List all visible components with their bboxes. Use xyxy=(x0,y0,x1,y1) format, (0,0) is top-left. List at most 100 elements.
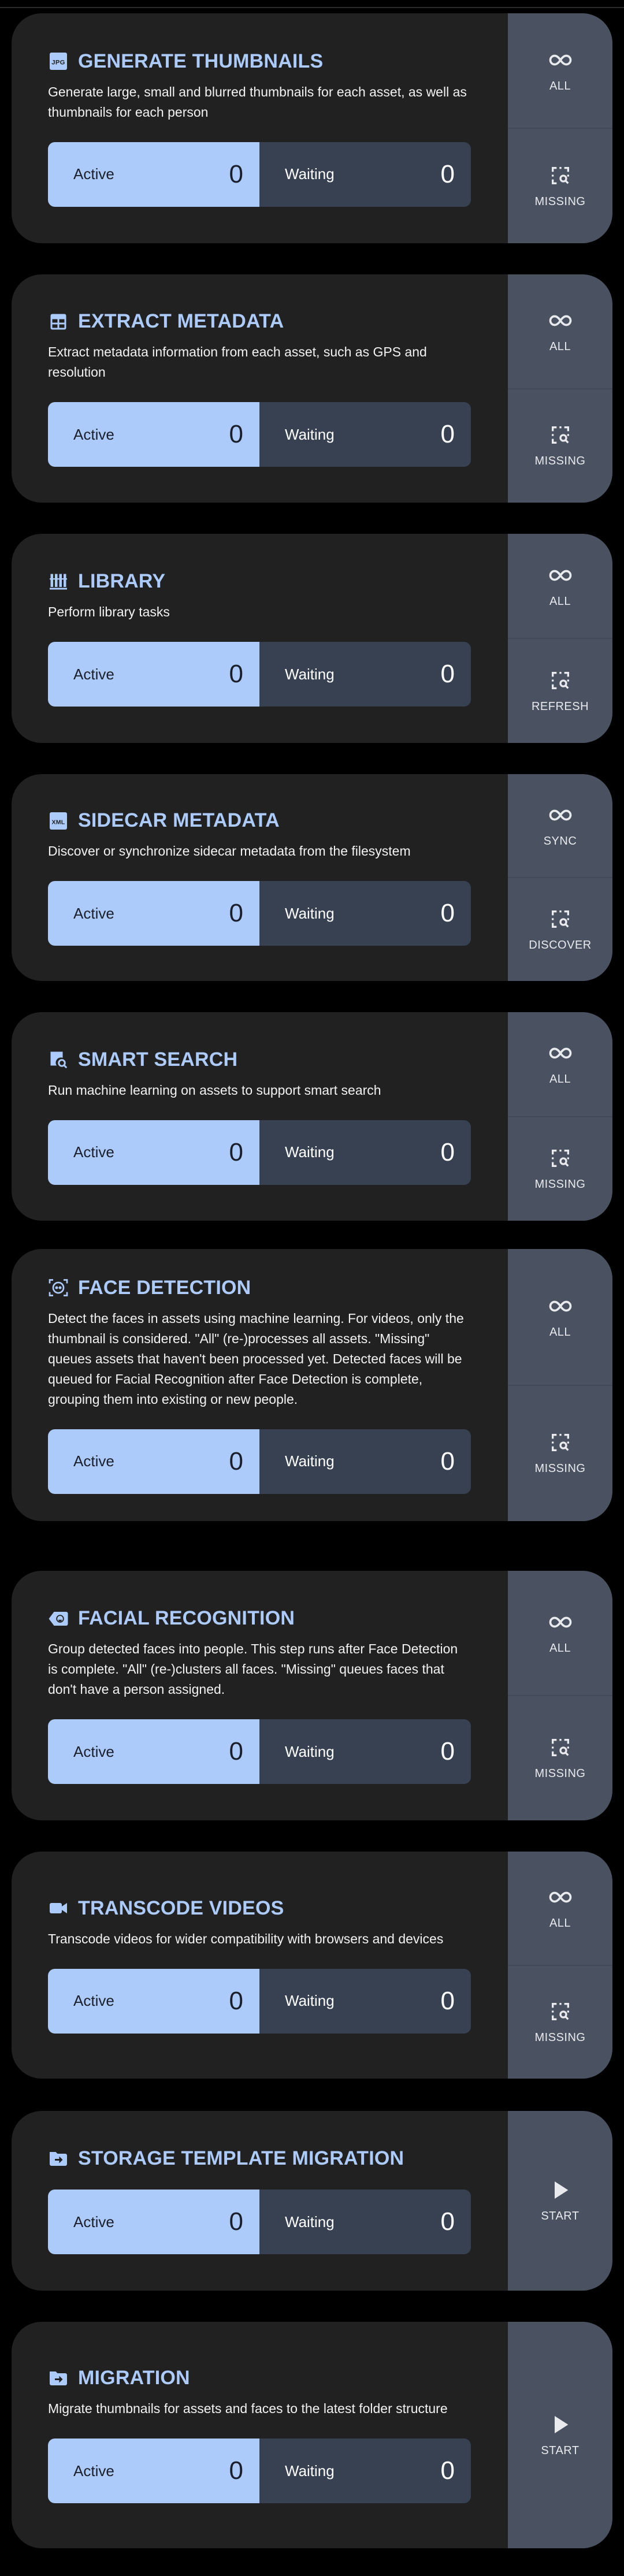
missing-button[interactable]: MISSING xyxy=(508,388,612,503)
all-button[interactable]: ALL xyxy=(508,274,612,388)
sync-button[interactable]: SYNC xyxy=(508,774,612,877)
waiting-count: Waiting 0 xyxy=(259,2190,471,2254)
button-label: ALL xyxy=(549,1642,571,1655)
active-count: Active 0 xyxy=(48,142,259,207)
select-search-icon xyxy=(549,1431,572,1454)
face-recognition-icon xyxy=(48,1277,69,1298)
discover-button[interactable]: DISCOVER xyxy=(508,877,612,981)
waiting-label: Waiting xyxy=(285,1452,335,1470)
missing-button[interactable]: MISSING xyxy=(508,1964,612,2079)
button-label: MISSING xyxy=(534,455,586,468)
missing-button[interactable]: MISSING xyxy=(508,1695,612,1820)
missing-button[interactable]: MISSING xyxy=(508,128,612,243)
job-card-generate-thumbnails: JPG GENERATE THUMBNAILS Generate large, s… xyxy=(12,13,612,243)
job-card-migration: MIGRATION Migrate thumbnails for assets … xyxy=(12,2322,612,2548)
all-button[interactable]: ALL xyxy=(508,1012,612,1116)
video-icon xyxy=(48,1898,69,1919)
button-label: ALL xyxy=(549,1073,571,1086)
job-title: JPG GENERATE THUMBNAILS xyxy=(48,50,471,73)
job-actions: SYNC DISCOVER xyxy=(508,774,612,981)
waiting-label: Waiting xyxy=(285,665,335,683)
job-description: Extract metadata information from each a… xyxy=(48,344,427,380)
waiting-count: Waiting 0 xyxy=(259,1429,471,1494)
active-count: Active 0 xyxy=(48,1120,259,1185)
select-search-icon xyxy=(549,164,572,187)
job-title-text: LIBRARY xyxy=(78,570,166,592)
waiting-count: Waiting 0 xyxy=(259,1120,471,1185)
job-actions: ALL MISSING xyxy=(508,1249,612,1521)
all-button[interactable]: ALL xyxy=(508,1852,612,1965)
jpg-file-icon: JPG xyxy=(48,51,69,72)
waiting-label: Waiting xyxy=(285,1143,335,1161)
infinity-icon xyxy=(549,804,572,827)
job-stats: Active 0 Waiting 0 xyxy=(48,1968,471,2034)
job-title: STORAGE TEMPLATE MIGRATION xyxy=(48,2147,471,2170)
job-title-text: GENERATE THUMBNAILS xyxy=(78,50,324,72)
job-stats: Active 0 Waiting 0 xyxy=(48,1719,471,1784)
svg-text:XML: XML xyxy=(51,819,65,826)
play-icon xyxy=(549,2413,572,2436)
start-button[interactable]: START xyxy=(508,2322,612,2548)
job-title-text: TRANSCODE VIDEOS xyxy=(78,1897,284,1919)
active-value: 0 xyxy=(229,1138,243,1166)
job-title: XML SIDECAR METADATA xyxy=(48,809,471,832)
button-label: MISSING xyxy=(534,195,586,208)
active-value: 0 xyxy=(229,1447,243,1475)
active-value: 0 xyxy=(229,899,243,927)
tag-face-icon xyxy=(48,1608,69,1629)
active-value: 0 xyxy=(229,1986,243,2015)
start-button[interactable]: START xyxy=(508,2111,612,2291)
waiting-count: Waiting 0 xyxy=(259,1968,471,2034)
active-count: Active 0 xyxy=(48,881,259,946)
all-button[interactable]: ALL xyxy=(508,1571,612,1695)
job-actions: ALL MISSING xyxy=(508,1012,612,1221)
job-stats: Active 0 Waiting 0 xyxy=(48,402,471,467)
job-description: Perform library tasks xyxy=(48,604,170,619)
button-label: ALL xyxy=(549,1917,571,1930)
active-count: Active 0 xyxy=(48,1429,259,1494)
button-label: ALL xyxy=(549,594,571,608)
job-description: Generate large, small and blurred thumbn… xyxy=(48,84,467,120)
job-actions: ALL MISSING xyxy=(508,13,612,243)
button-label: ALL xyxy=(549,1325,571,1339)
select-search-icon xyxy=(549,908,572,931)
active-label: Active xyxy=(73,1452,114,1470)
job-title-text: FACE DETECTION xyxy=(78,1276,251,1299)
select-search-icon xyxy=(549,1736,572,1759)
library-icon xyxy=(48,571,69,592)
active-value: 0 xyxy=(229,660,243,688)
active-count: Active 0 xyxy=(48,1968,259,2034)
job-stats: Active 0 Waiting 0 xyxy=(48,1429,471,1494)
job-card-library: LIBRARY Perform library tasks Active 0 Wa… xyxy=(12,534,612,743)
job-stats: Active 0 Waiting 0 xyxy=(48,1120,471,1185)
active-label: Active xyxy=(73,665,114,683)
button-label: START xyxy=(541,2210,580,2222)
infinity-icon xyxy=(549,1611,572,1634)
active-label: Active xyxy=(73,1143,114,1161)
infinity-icon xyxy=(549,564,572,587)
missing-button[interactable]: MISSING xyxy=(508,1116,612,1221)
waiting-value: 0 xyxy=(440,420,455,448)
button-label: MISSING xyxy=(534,2031,586,2044)
waiting-count: Waiting 0 xyxy=(259,1719,471,1784)
all-button[interactable]: ALL xyxy=(508,13,612,128)
job-card-facial-recognition: FACIAL RECOGNITION Group detected faces … xyxy=(12,1571,612,1820)
job-info: LIBRARY Perform library tasks Active 0 Wa… xyxy=(12,534,508,743)
job-description: Run machine learning on assets to suppor… xyxy=(48,1082,381,1098)
missing-button[interactable]: MISSING xyxy=(508,1384,612,1522)
job-actions: START xyxy=(508,2111,612,2291)
all-button[interactable]: ALL xyxy=(508,1249,612,1385)
all-button[interactable]: ALL xyxy=(508,534,612,638)
job-description: Detect the faces in assets using machine… xyxy=(48,1310,464,1407)
job-title-text: SIDECAR METADATA xyxy=(78,809,280,831)
waiting-value: 0 xyxy=(440,1447,455,1475)
active-label: Active xyxy=(73,165,114,183)
play-icon xyxy=(549,2179,572,2202)
refresh-button[interactable]: REFRESH xyxy=(508,638,612,743)
button-label: REFRESH xyxy=(531,700,589,713)
infinity-icon xyxy=(549,1886,572,1909)
active-value: 0 xyxy=(229,1737,243,1765)
select-search-icon xyxy=(549,669,572,692)
waiting-count: Waiting 0 xyxy=(259,642,471,707)
job-card-transcode-videos: TRANSCODE VIDEOS Transcode videos for wi… xyxy=(12,1852,612,2079)
